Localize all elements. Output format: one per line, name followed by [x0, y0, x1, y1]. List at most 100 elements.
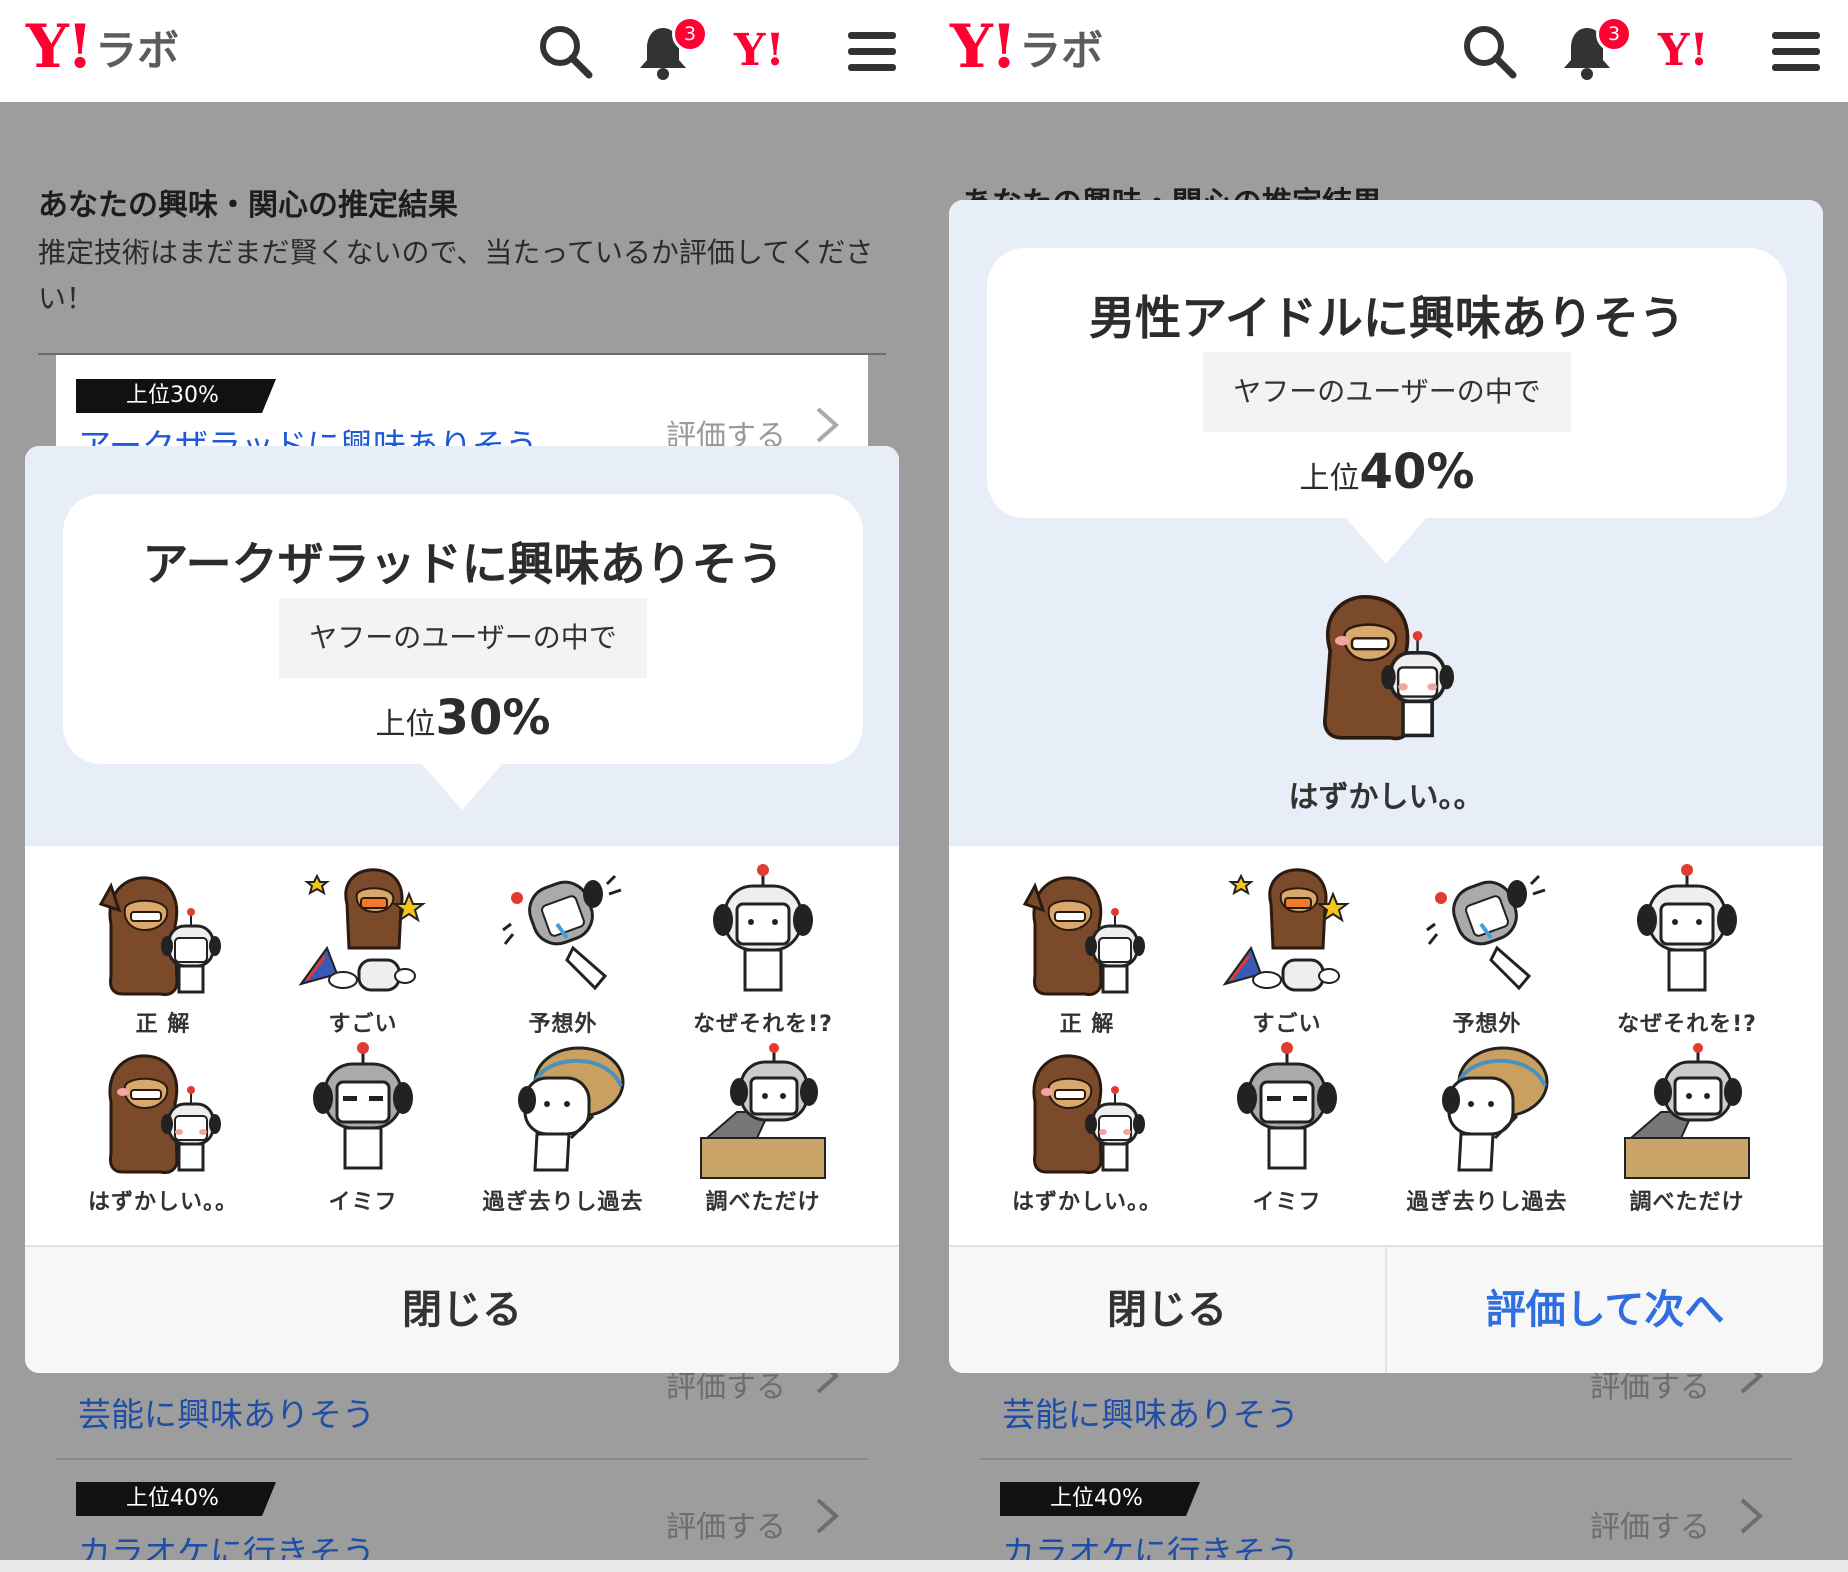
sticker-label: 正 解	[135, 1012, 191, 1037]
robot-squint-icon	[1237, 1042, 1337, 1170]
rank-tag: 上位40%	[1000, 1482, 1200, 1516]
robot-laptop-icon	[700, 1043, 826, 1179]
modal-header-area: アークザラッドに興味ありそう ヤフーのユーザーの中で 上位30%	[25, 446, 899, 846]
chevron-right-icon	[816, 1498, 840, 1534]
sticker-label: 調べただけ	[1629, 1190, 1745, 1215]
selected-sticker-label: はずかしい。。	[1288, 780, 1484, 815]
yahoo-lab-logo[interactable]: Y! ラボ	[26, 12, 179, 82]
close-button[interactable]: 閉じる	[949, 1247, 1385, 1373]
sticker-label: 予想外	[528, 1012, 598, 1037]
sticker-label: すごい	[1252, 1012, 1322, 1037]
sticker-label: はずかしい。。	[87, 1190, 238, 1215]
robot-laptop-icon	[1624, 1043, 1750, 1179]
interest-link[interactable]: 芸能に興味ありそう	[78, 1388, 375, 1436]
yahoo-lab-logo[interactable]: Y! ラボ	[950, 12, 1103, 82]
sticker-label: はずかしい。。	[1011, 1190, 1162, 1215]
bubble-subtitle: ヤフーのユーザーの中で	[279, 598, 647, 678]
gorilla-robot-pointing-icon	[1022, 876, 1145, 996]
result-row-third[interactable]: 上位40% カラオケに行きそう 評価する	[980, 1460, 1792, 1572]
rank-prefix: 上位	[1299, 461, 1360, 496]
gorilla-robot-pointing-icon	[98, 876, 221, 996]
robot-surprised-icon	[502, 874, 622, 991]
chevron-right-icon	[816, 407, 840, 443]
robot-straw-hat-icon	[1442, 1046, 1549, 1172]
sticker-option[interactable]: はずかしい。。	[63, 1042, 263, 1220]
logo-text: ラボ	[95, 25, 180, 75]
page-title: あなたの興味・関心の推定結果	[38, 188, 458, 223]
robot-headphones-icon	[1637, 864, 1737, 992]
sticker-option[interactable]: イミフ	[263, 1042, 463, 1220]
result-row-third[interactable]: 上位40% カラオケに行きそう 評価する	[56, 1460, 868, 1572]
yahoo-icon[interactable]: Y!	[734, 20, 804, 82]
bubble-title: アークザラッドに興味ありそう	[142, 537, 784, 591]
sticker-label: イミフ	[1252, 1190, 1322, 1215]
sticker-option[interactable]: 調べただけ	[1587, 1042, 1787, 1220]
notification-badge: 3	[1596, 16, 1632, 52]
gorilla-fireworks-icon	[1222, 868, 1350, 992]
rank-value: 40%	[1359, 444, 1475, 500]
yahoo-mark: Y!	[734, 25, 785, 76]
sticker-label: すごい	[328, 1012, 398, 1037]
robot-surprised-icon	[1426, 874, 1546, 991]
modal-header-area: 男性アイドルに興味ありそう ヤフーのユーザーの中で 上位40% はずかしい。。	[949, 200, 1823, 846]
app-header: Y! ラボ 3 Y!	[924, 0, 1848, 102]
bubble-rank: 上位40%	[987, 444, 1787, 500]
bell-icon[interactable]: 3	[1556, 16, 1632, 82]
rank-value: 30%	[435, 690, 551, 746]
sticker-grid: 正 解 すごい 予想外 なぜそれを!? はずかしい。。 イミフ 過ぎ去りし過去 調べただけ	[977, 864, 1795, 1224]
rank-prefix: 上位	[375, 707, 436, 742]
sticker-option[interactable]: 過ぎ去りし過去	[1387, 1042, 1587, 1220]
sticker-label: イミフ	[328, 1190, 398, 1215]
sticker-option[interactable]: 調べただけ	[663, 1042, 863, 1220]
evaluate-label[interactable]: 評価する	[1590, 1502, 1710, 1546]
bell-icon[interactable]: 3	[632, 16, 708, 82]
sticker-option[interactable]: イミフ	[1187, 1042, 1387, 1220]
sticker-label: 調べただけ	[705, 1190, 821, 1215]
logo-mark: Y!	[26, 12, 93, 82]
menu-icon[interactable]	[846, 20, 908, 82]
sticker-option[interactable]: すごい	[1187, 864, 1387, 1042]
evaluate-next-button[interactable]: 評価して次へ	[1385, 1247, 1823, 1373]
bubble-tail	[420, 762, 504, 810]
sticker-option[interactable]: はずかしい。。	[987, 1042, 1187, 1220]
interest-link[interactable]: 芸能に興味ありそう	[1002, 1388, 1299, 1436]
sticker-label: なぜそれを!?	[1617, 1012, 1757, 1037]
robot-squint-icon	[313, 1042, 413, 1170]
gorilla-robot-blush-icon	[1323, 595, 1454, 741]
gorilla-robot-blush-icon	[1032, 1054, 1145, 1174]
yahoo-mark: Y!	[1658, 25, 1709, 76]
result-bubble: 男性アイドルに興味ありそう ヤフーのユーザーの中で 上位40%	[987, 248, 1787, 518]
result-bubble: アークザラッドに興味ありそう ヤフーのユーザーの中で 上位30%	[63, 494, 863, 764]
app-header: Y! ラボ 3 Y!	[0, 0, 924, 102]
sticker-option[interactable]: 予想外	[1387, 864, 1587, 1042]
evaluation-modal: アークザラッドに興味ありそう ヤフーのユーザーの中で 上位30% 正 解 すごい 予…	[25, 446, 899, 1373]
menu-icon[interactable]	[1770, 20, 1832, 82]
search-icon[interactable]	[1458, 20, 1520, 82]
yahoo-icon[interactable]: Y!	[1658, 20, 1728, 82]
close-button[interactable]: 閉じる	[25, 1247, 899, 1373]
sticker-option[interactable]: 正 解	[63, 864, 263, 1042]
modal-footer: 閉じる 評価して次へ	[949, 1245, 1823, 1373]
evaluate-label[interactable]: 評価する	[666, 1502, 786, 1546]
sticker-option[interactable]: 正 解	[987, 864, 1187, 1042]
sticker-label: 過ぎ去りし過去	[482, 1190, 644, 1215]
bubble-title: 男性アイドルに興味ありそう	[1089, 291, 1685, 345]
screen-left: Y! ラボ 3 Y! あなたの興味・関心の推定結果 推定技術はまだまだ賢くないの…	[0, 0, 924, 1572]
robot-headphones-icon	[713, 864, 813, 992]
bottom-edge	[924, 1560, 1848, 1572]
notification-badge: 3	[672, 16, 708, 52]
screenshot-pair: Y! ラボ 3 Y! あなたの興味・関心の推定結果 推定技術はまだまだ賢くないの…	[0, 0, 1848, 1572]
screen-right: Y! ラボ 3 Y! あなたの興味・関心の推定結果 芸能に興味ありそう 評価する	[924, 0, 1848, 1572]
sticker-option[interactable]: 予想外	[463, 864, 663, 1042]
sticker-label: 正 解	[1059, 1012, 1115, 1037]
sticker-label: なぜそれを!?	[693, 1012, 833, 1037]
modal-footer: 閉じる	[25, 1245, 899, 1373]
sticker-option[interactable]: すごい	[263, 864, 463, 1042]
search-icon[interactable]	[534, 20, 596, 82]
rank-tag: 上位40%	[76, 1482, 276, 1516]
sticker-option[interactable]: 過ぎ去りし過去	[463, 1042, 663, 1220]
chevron-right-icon	[1740, 1498, 1764, 1534]
sticker-option[interactable]: なぜそれを!?	[1587, 864, 1787, 1042]
sticker-option[interactable]: なぜそれを!?	[663, 864, 863, 1042]
logo-text: ラボ	[1019, 25, 1104, 75]
